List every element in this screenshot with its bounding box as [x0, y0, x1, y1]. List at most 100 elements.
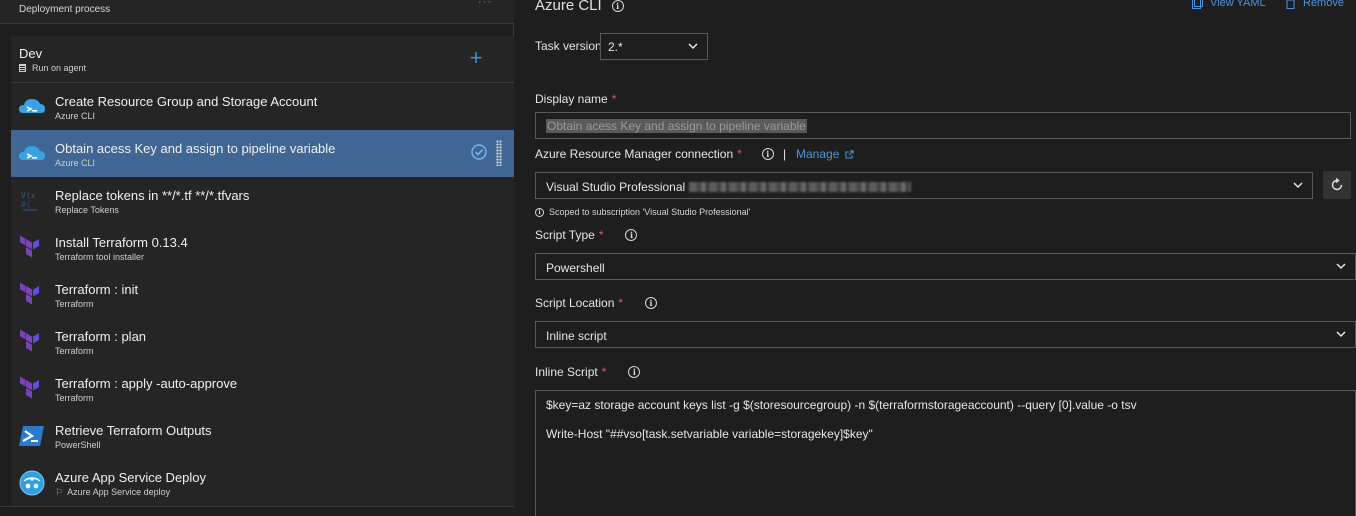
terraform-icon [20, 376, 39, 399]
task-subtitle: Replace Tokens [55, 205, 119, 215]
task-subtitle: Azure CLI [55, 111, 96, 121]
info-icon[interactable]: i [611, 0, 624, 12]
task-subtitle: Terraform [55, 393, 94, 403]
more-options-icon[interactable]: ··· [478, 0, 492, 8]
svg-text:V(x: V(x [21, 191, 36, 200]
drag-handle-icon[interactable] [496, 140, 502, 166]
panel-footer [0, 506, 514, 516]
arm-connection-value: Visual Studio Professional [546, 180, 686, 194]
script-line: Write-Host "##vso[task.setvariable varia… [546, 427, 873, 441]
stage-dev: Dev Run on agent + Create Resource Group… [11, 36, 514, 516]
task-version-value: 2.* [608, 40, 623, 54]
terraform-icon [20, 329, 39, 352]
required-mark: * [611, 92, 617, 106]
display-name-label-text: Display name [535, 92, 608, 106]
script-location-label-text: Script Location [535, 296, 615, 310]
refresh-button[interactable] [1323, 171, 1351, 199]
required-mark: * [601, 365, 607, 379]
manage-link[interactable]: Manage [796, 147, 854, 161]
task-subtitle: PowerShell [55, 440, 101, 450]
inline-script-label-text: Inline Script [535, 365, 598, 379]
script-line: $key=az storage account keys list -g $(s… [546, 398, 1137, 412]
stage-subtitle: Run on agent [32, 63, 87, 73]
scope-note: i Scoped to subscription 'Visual Studio … [535, 207, 750, 217]
task-subtitle: Terraform [55, 299, 94, 309]
task-title: Install Terraform 0.13.4 [55, 235, 188, 250]
required-mark: * [737, 147, 742, 161]
task-detail-title: Azure CLI i [535, 0, 624, 14]
task-subtitle: Terraform tool installer [55, 252, 145, 262]
arm-connection-select[interactable]: Visual Studio Professional [535, 172, 1313, 199]
task-title: Terraform : apply -auto-approve [55, 376, 238, 391]
task-subtitle: Terraform [55, 346, 94, 356]
trash-icon [1286, 0, 1295, 9]
separator: | [783, 147, 787, 161]
yaml-doc-icon [1192, 0, 1203, 9]
pipeline-tasks-panel: Deployment process ··· Dev Run on agent … [0, 0, 514, 516]
task-title: Create Resource Group and Storage Accoun… [55, 94, 318, 109]
stage-header[interactable]: Dev Run on agent + [11, 36, 514, 83]
server-icon [19, 64, 26, 72]
task-item[interactable]: Terraform : init Terraform [11, 271, 514, 318]
stage-agent-job[interactable]: Run on agent [19, 63, 86, 73]
external-link-icon [845, 150, 854, 158]
deployment-process-header[interactable]: Deployment process ··· [0, 0, 514, 24]
task-version-label: Task version [535, 39, 602, 53]
terraform-icon [20, 282, 39, 305]
add-task-button[interactable]: + [466, 45, 486, 71]
task-version-select[interactable]: 2.* [600, 33, 708, 60]
task-item[interactable]: Create Resource Group and Storage Accoun… [11, 83, 514, 130]
task-item[interactable]: Install Terraform 0.13.4 Terraform tool … [11, 224, 514, 271]
info-icon[interactable]: i [625, 229, 638, 241]
inline-script-editor[interactable]: $key=az storage account keys list -g $(s… [535, 390, 1356, 516]
chevron-down-icon [1336, 331, 1346, 338]
script-type-select[interactable]: Powershell [535, 253, 1356, 280]
replace-tokens-icon: V(x #{ [21, 191, 37, 211]
info-icon: i [535, 207, 544, 217]
chevron-down-icon [1336, 263, 1346, 270]
display-name-input[interactable]: Obtain acess Key and assign to pipeline … [535, 112, 1351, 139]
task-item-selected[interactable]: Obtain acess Key and assign to pipeline … [11, 130, 514, 177]
powershell-icon [19, 426, 44, 446]
script-location-label: Script Location * i [535, 296, 658, 310]
terraform-icon [20, 235, 39, 258]
task-title: Replace tokens in **/*.tf **/*.tfvars [55, 188, 250, 203]
task-title: Terraform : plan [55, 329, 147, 344]
info-icon[interactable]: i [645, 297, 658, 309]
task-item[interactable]: V(x #{ Replace tokens in **/*.tf **/*.tf… [11, 177, 514, 224]
info-icon[interactable]: i [761, 148, 774, 160]
display-name-label: Display name * [535, 92, 616, 106]
task-item[interactable]: Retrieve Terraform Outputs PowerShell [11, 412, 514, 459]
task-type-title: Azure CLI [535, 0, 602, 14]
task-item[interactable]: Terraform : apply -auto-approve Terrafor… [11, 365, 514, 412]
task-subtitle-text: Azure App Service deploy [67, 487, 171, 497]
task-title: Azure App Service Deploy [55, 470, 207, 485]
chevron-down-icon [688, 43, 698, 50]
refresh-icon [1331, 178, 1343, 191]
manage-label: Manage [796, 147, 840, 161]
azure-cli-icon [19, 146, 45, 160]
script-type-label-text: Script Type [535, 228, 595, 242]
script-location-value: Inline script [546, 329, 607, 343]
info-icon[interactable]: i [628, 366, 641, 378]
redacted-subscription-id [689, 182, 912, 192]
remove-label: Remove [1303, 0, 1344, 9]
task-subtitle: ⚐ Azure App Service deploy [55, 487, 170, 498]
check-circle-icon [471, 144, 487, 160]
required-mark: * [598, 228, 604, 242]
inline-script-label: Inline Script * i [535, 365, 641, 379]
script-location-select[interactable]: Inline script [535, 321, 1356, 348]
task-item[interactable]: Azure App Service Deploy ⚐ Azure App Serv… [11, 459, 514, 506]
task-details-panel: Azure CLI i View YAML Remove Task versio… [515, 0, 1356, 516]
view-yaml-label: View YAML [1210, 0, 1266, 9]
remove-task-link[interactable]: Remove [1285, 0, 1344, 9]
task-title: Obtain acess Key and assign to pipeline … [55, 141, 336, 156]
stage-name: Dev [19, 46, 43, 61]
view-yaml-link[interactable]: View YAML [1192, 0, 1266, 9]
task-item[interactable]: Terraform : plan Terraform [11, 318, 514, 365]
deployment-process-title: Deployment process [19, 4, 111, 15]
script-type-label: Script Type * i [535, 228, 638, 242]
task-subtitle: Azure CLI [55, 158, 96, 168]
arm-connection-label: Azure Resource Manager connection * i [535, 147, 774, 161]
display-name-value: Obtain acess Key and assign to pipeline … [546, 118, 807, 133]
